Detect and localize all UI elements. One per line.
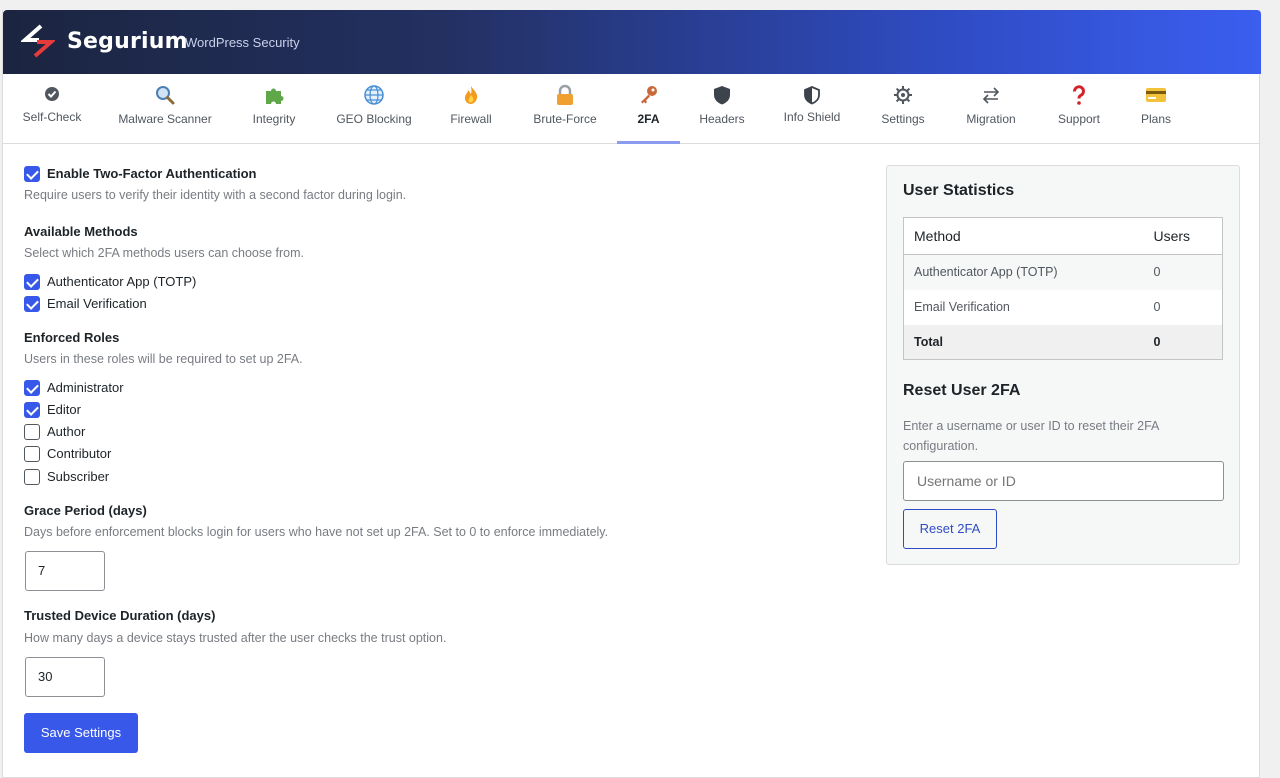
table-row: Authenticator App (TOTP) 0 bbox=[903, 254, 1223, 290]
puzzle-icon bbox=[266, 88, 284, 104]
column-header-users: Users bbox=[1143, 217, 1223, 255]
tab-label: Malware Scanner bbox=[118, 112, 212, 126]
role-author-label: Author bbox=[47, 424, 86, 439]
tab-label: Info Shield bbox=[783, 110, 841, 124]
tab-label: Plans bbox=[1140, 112, 1172, 126]
grace-heading: Grace Period (days) bbox=[24, 503, 147, 518]
brand-subtitle: WordPress Security bbox=[185, 35, 300, 50]
tab-label: Migration bbox=[966, 112, 1016, 126]
user-statistics-table: Method Users Authenticator App (TOTP) 0 … bbox=[903, 217, 1223, 360]
roles-heading: Enforced Roles bbox=[24, 330, 120, 345]
grace-description: Days before enforcement blocks login for… bbox=[24, 525, 609, 539]
tab-migration[interactable]: Migration bbox=[958, 74, 1024, 144]
tab-label: Brute-Force bbox=[533, 112, 597, 126]
segurium-logo-icon bbox=[21, 24, 55, 58]
reset-2fa-button[interactable]: Reset 2FA bbox=[903, 509, 997, 549]
tab-plans[interactable]: Plans bbox=[1131, 74, 1181, 144]
tab-headers[interactable]: Headers bbox=[693, 74, 751, 144]
enable-2fa-checkbox[interactable] bbox=[24, 166, 40, 182]
reset-username-input[interactable] bbox=[903, 461, 1224, 501]
trusted-duration-input[interactable]: 30 bbox=[25, 657, 105, 697]
grace-period-input[interactable]: 7 bbox=[25, 551, 105, 591]
tab-malware-scanner[interactable]: Malware Scanner bbox=[115, 74, 215, 144]
row-users: 0 bbox=[1153, 300, 1161, 314]
brand-name: Segurium bbox=[67, 29, 188, 54]
tab-self-check[interactable]: Self-Check bbox=[17, 74, 87, 144]
enable-2fa-label: Enable Two-Factor Authentication bbox=[47, 166, 257, 181]
total-label: Total bbox=[903, 324, 1144, 360]
method-email-checkbox[interactable] bbox=[24, 296, 40, 312]
tab-settings[interactable]: Settings bbox=[873, 74, 933, 144]
tab-geo-blocking[interactable]: GEO Blocking bbox=[329, 74, 419, 144]
save-settings-button[interactable]: Save Settings bbox=[24, 713, 138, 753]
role-administrator-label: Administrator bbox=[47, 380, 124, 395]
role-author-checkbox[interactable] bbox=[24, 424, 40, 440]
trusted-heading: Trusted Device Duration (days) bbox=[24, 608, 216, 623]
methods-heading: Available Methods bbox=[24, 224, 138, 239]
method-totp-checkbox[interactable] bbox=[24, 274, 40, 290]
tab-2fa[interactable]: 2FA bbox=[617, 74, 680, 144]
method-email-label: Email Verification bbox=[47, 296, 147, 311]
key-icon bbox=[640, 86, 657, 104]
shield-icon bbox=[714, 86, 730, 105]
fire-icon bbox=[465, 86, 478, 104]
tab-integrity[interactable]: Integrity bbox=[239, 74, 309, 144]
table-row: Email Verification 0 bbox=[904, 290, 1223, 325]
roles-description: Users in these roles will be required to… bbox=[24, 352, 303, 366]
sidebar-panel: User Statistics Method Users Authenticat… bbox=[886, 165, 1240, 565]
method-totp-label: Authenticator App (TOTP) bbox=[47, 274, 197, 289]
app-header: Segurium WordPress Security bbox=[3, 10, 1261, 74]
tab-label: GEO Blocking bbox=[336, 112, 412, 126]
table-header-row: Method Users bbox=[903, 217, 1223, 255]
tab-label: 2FA bbox=[637, 112, 660, 126]
credit-card-icon bbox=[1146, 88, 1166, 102]
table-total-row: Total 0 bbox=[903, 324, 1223, 360]
shield-half-icon bbox=[804, 86, 820, 105]
tab-label: Integrity bbox=[252, 112, 296, 126]
enable-2fa-description: Require users to verify their identity w… bbox=[24, 188, 407, 202]
padlock-icon bbox=[557, 84, 573, 105]
methods-description: Select which 2FA methods users can choos… bbox=[24, 246, 304, 260]
tab-firewall[interactable]: Firewall bbox=[439, 74, 503, 144]
row-users: 0 bbox=[1143, 254, 1223, 290]
user-statistics-title: User Statistics bbox=[903, 182, 1015, 199]
row-method: Email Verification bbox=[914, 300, 1010, 314]
trusted-description: How many days a device stays trusted aft… bbox=[24, 631, 447, 645]
tab-label: Self-Check bbox=[22, 110, 82, 124]
total-users: 0 bbox=[1143, 324, 1223, 360]
tab-label: Firewall bbox=[450, 112, 492, 126]
tab-brute-force[interactable]: Brute-Force bbox=[525, 74, 605, 144]
check-circle-icon bbox=[45, 87, 59, 101]
plugin-page: Segurium WordPress Security Self-Check M… bbox=[2, 10, 1261, 778]
role-contributor-checkbox[interactable] bbox=[24, 446, 40, 462]
magnifier-icon bbox=[156, 86, 175, 105]
role-subscriber-label: Subscriber bbox=[47, 469, 110, 484]
column-header-method: Method bbox=[903, 217, 1144, 255]
question-icon bbox=[1073, 85, 1085, 105]
tab-label: Settings bbox=[881, 112, 925, 126]
tab-label: Headers bbox=[699, 112, 745, 126]
reset-2fa-description-line2: configuration. bbox=[903, 439, 979, 453]
role-contributor-label: Contributor bbox=[47, 446, 112, 461]
tab-label: Support bbox=[1057, 112, 1101, 126]
role-subscriber-checkbox[interactable] bbox=[24, 469, 40, 485]
tab-info-shield[interactable]: Info Shield bbox=[779, 74, 845, 144]
row-method: Authenticator App (TOTP) bbox=[903, 254, 1144, 290]
arrows-icon bbox=[982, 87, 1000, 104]
reset-2fa-description-line1: Enter a username or user ID to reset the… bbox=[903, 419, 1160, 433]
tab-bar: Self-Check Malware Scanner Integrity GEO… bbox=[3, 74, 1259, 144]
role-editor-checkbox[interactable] bbox=[24, 402, 40, 418]
globe-icon bbox=[364, 85, 384, 105]
tab-support[interactable]: Support bbox=[1049, 74, 1109, 144]
role-administrator-checkbox[interactable] bbox=[24, 380, 40, 396]
gear-icon bbox=[894, 86, 912, 104]
role-editor-label: Editor bbox=[47, 402, 81, 417]
reset-2fa-title: Reset User 2FA bbox=[903, 382, 1021, 399]
